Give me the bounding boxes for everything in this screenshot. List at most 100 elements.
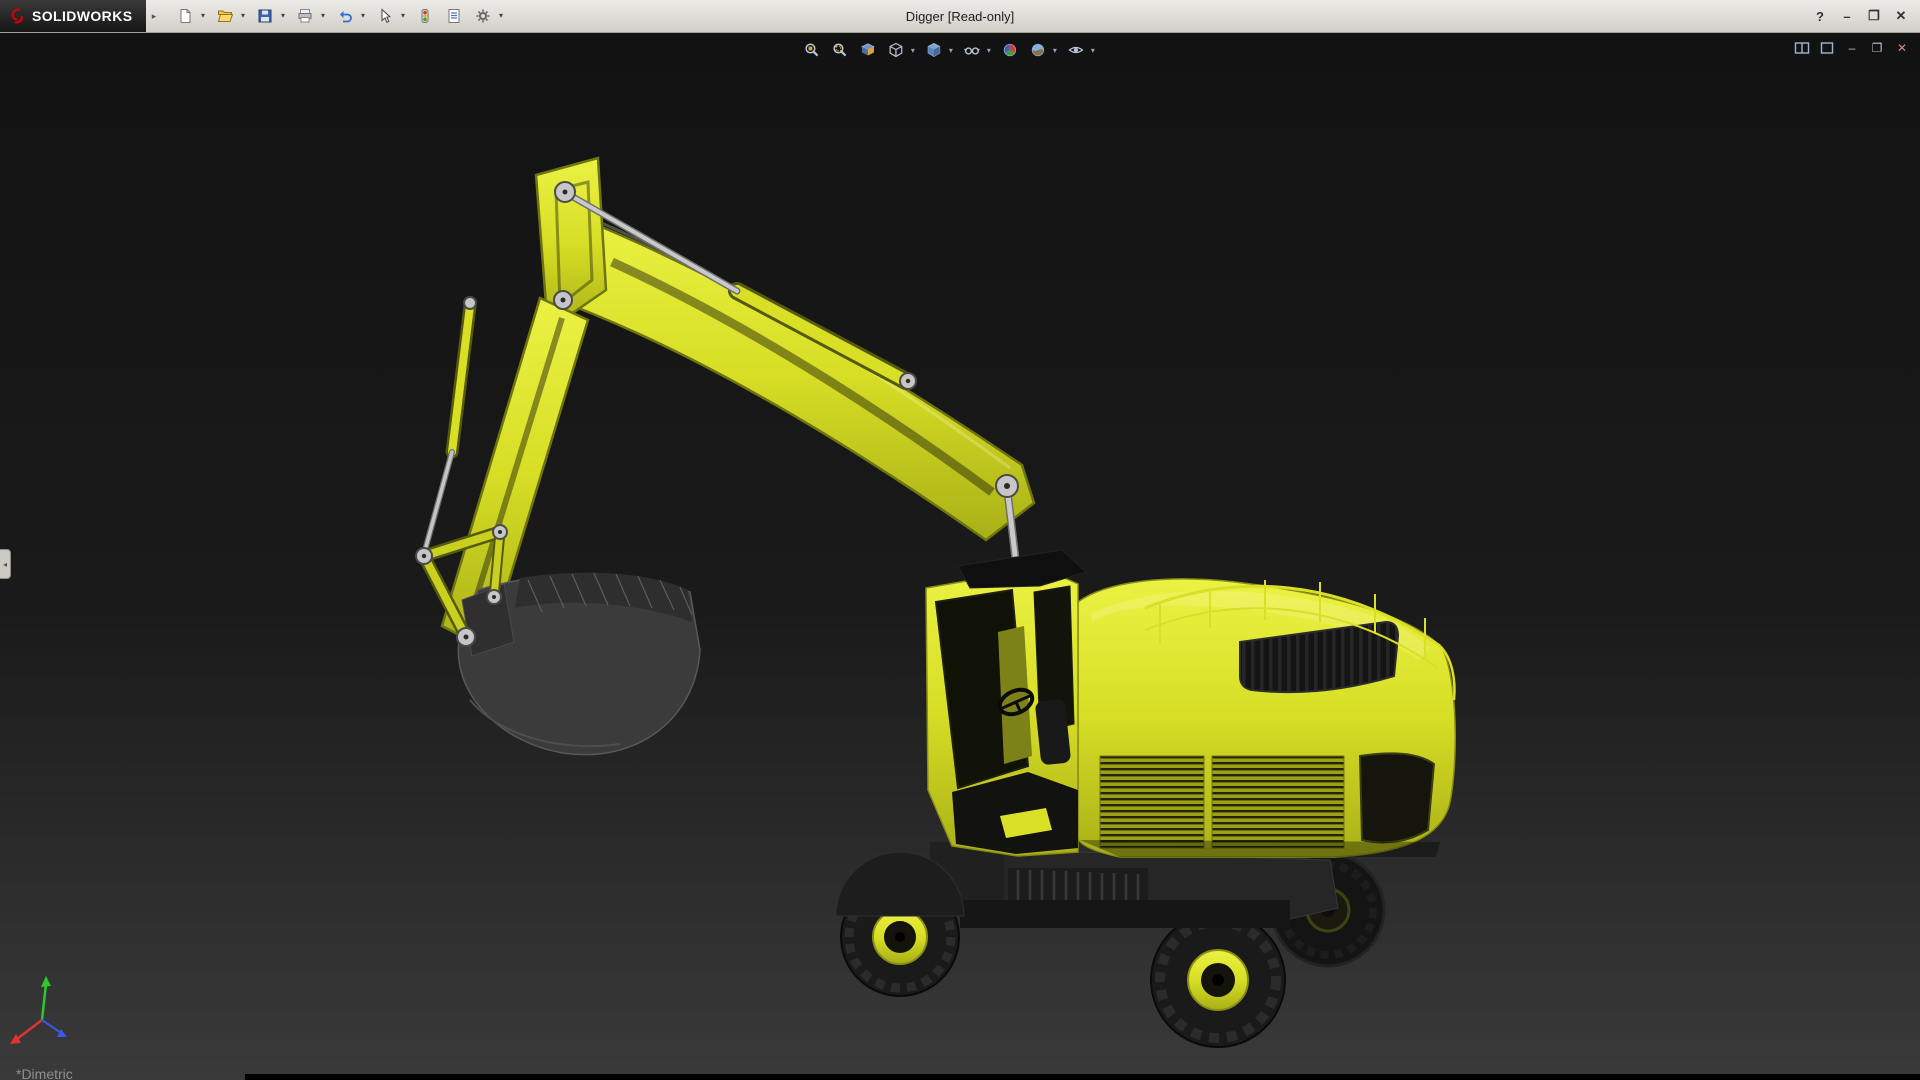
model-scene[interactable] [0, 33, 1920, 1080]
rear-side-window[interactable] [1358, 752, 1436, 844]
zoom-to-fit-button[interactable] [800, 38, 824, 62]
save-dropdown[interactable]: ▾ [277, 3, 288, 29]
hide-show-items-dropdown[interactable]: ▾ [984, 38, 994, 62]
save-button[interactable] [253, 3, 277, 29]
zoom-to-fit-icon [805, 43, 819, 57]
section-view-button[interactable] [856, 38, 880, 62]
menu-flyout-arrow[interactable]: ▸ [146, 5, 161, 27]
close-button[interactable]: ✕ [1890, 5, 1912, 27]
view-settings-eye-icon [1068, 46, 1084, 54]
solidworks-window: SOLIDWORKS ▸ ▾ ▾ ▾ ▾ ▾ ▾ ▾ Digger [Read-… [0, 0, 1920, 1080]
undo-icon [340, 11, 353, 23]
options-button[interactable] [471, 3, 495, 29]
open-dropdown[interactable]: ▾ [237, 3, 248, 29]
toolbar-group-select: ▾ [373, 3, 408, 29]
display-style-dropdown[interactable]: ▾ [946, 38, 956, 62]
toolbar-group-undo: ▾ [333, 3, 368, 29]
headsup-group-scene: ▾ [1026, 38, 1060, 62]
new-document-dropdown[interactable]: ▾ [197, 3, 208, 29]
restore-button[interactable]: ❐ [1863, 5, 1885, 27]
headsup-group-zoom-area [828, 38, 852, 62]
toolbar-group-save: ▾ [253, 3, 288, 29]
view-orientation-cube-icon [889, 42, 903, 58]
undo-button[interactable] [333, 3, 357, 29]
titlebar: SOLIDWORKS ▸ ▾ ▾ ▾ ▾ ▾ ▾ ▾ Digger [Read-… [0, 0, 1920, 33]
new-document-button[interactable] [173, 3, 197, 29]
view-settings-dropdown[interactable]: ▾ [1088, 38, 1098, 62]
side-grille-left[interactable] [1099, 755, 1205, 849]
window-controls: ? – ❐ ✕ [1809, 5, 1920, 27]
hide-show-glasses-icon [964, 47, 980, 55]
minimize-button[interactable]: – [1836, 5, 1858, 27]
solidworks-logo: SOLIDWORKS [0, 0, 147, 32]
zoom-to-area-icon [833, 43, 847, 57]
edit-appearance-button[interactable] [998, 38, 1022, 62]
print-dropdown[interactable]: ▾ [317, 3, 328, 29]
file-properties-button[interactable] [442, 3, 466, 29]
view-settings-button[interactable] [1064, 38, 1088, 62]
view-orientation-dropdown[interactable]: ▾ [908, 38, 918, 62]
help-button[interactable]: ? [1809, 5, 1831, 27]
print-button[interactable] [293, 3, 317, 29]
headsup-toolbar: ▾ ▾ ▾ ▾ ▾ [800, 38, 1102, 62]
split-pane-vertical-button[interactable] [1817, 38, 1837, 58]
new-document-icon [180, 9, 191, 23]
split-pane-horizontal-icon [1794, 42, 1810, 54]
split-pane-vertical-icon [1820, 42, 1834, 54]
display-style-icon [927, 43, 941, 57]
select-button[interactable] [373, 3, 397, 29]
toolbar-group-file-properties [442, 3, 466, 29]
toolbar-group-new: ▾ [173, 3, 208, 29]
toolbar-group-open: ▾ [213, 3, 248, 29]
headsup-group-view-settings: ▾ [1064, 38, 1098, 62]
open-icon [218, 10, 234, 22]
select-dropdown[interactable]: ▾ [397, 3, 408, 29]
apply-scene-sphere-icon [1031, 43, 1045, 57]
hide-show-items-button[interactable] [960, 38, 984, 62]
file-properties-icon [448, 9, 460, 23]
excavator-body[interactable] [1077, 578, 1456, 858]
undo-dropdown[interactable]: ▾ [357, 3, 368, 29]
display-style-button[interactable] [922, 38, 946, 62]
solidworks-logo-icon [11, 8, 24, 24]
main-toolbar: ▾ ▾ ▾ ▾ ▾ ▾ ▾ [173, 3, 511, 29]
edit-appearance-sphere-icon [1003, 43, 1017, 57]
toolbar-group-print: ▾ [293, 3, 328, 29]
panel-collapse-tab[interactable]: ◂ [0, 549, 11, 579]
options-dropdown[interactable]: ▾ [495, 3, 506, 29]
print-icon [298, 9, 312, 23]
headsup-group-appearance [998, 38, 1022, 62]
headsup-group-zoom-fit [800, 38, 824, 62]
document-window-controls: – ❐ ✕ [1792, 38, 1912, 58]
save-icon [258, 9, 272, 23]
graphics-viewport[interactable]: ▾ ▾ ▾ ▾ ▾ – ❐ ✕ ◂ *Dimetric [0, 33, 1920, 1080]
collapse-arrow-icon: ◂ [2, 559, 7, 569]
apply-scene-button[interactable] [1026, 38, 1050, 62]
select-cursor-icon [381, 8, 392, 23]
rebuild-traffic-light-icon [421, 9, 429, 23]
headsup-group-section [856, 38, 880, 62]
document-title: Digger [Read-only] [905, 8, 1015, 24]
options-gear-icon [476, 9, 490, 23]
side-grille-right[interactable] [1211, 755, 1345, 849]
headsup-group-display-style: ▾ [922, 38, 956, 62]
excavator-cab[interactable] [925, 549, 1087, 857]
split-pane-horizontal-button[interactable] [1792, 38, 1812, 58]
open-button[interactable] [213, 3, 237, 29]
close-document-button[interactable]: ✕ [1892, 38, 1912, 58]
restore-document-button[interactable]: ❐ [1867, 38, 1887, 58]
view-orientation-label: *Dimetric [16, 1066, 73, 1080]
view-orientation-button[interactable] [884, 38, 908, 62]
section-view-icon [861, 43, 875, 56]
apply-scene-dropdown[interactable]: ▾ [1050, 38, 1060, 62]
brand-name: SOLIDWORKS [32, 8, 133, 24]
toolbar-group-rebuild [413, 3, 437, 29]
bottom-strip [245, 1074, 1920, 1080]
headsup-group-orientation: ▾ [884, 38, 918, 62]
toolbar-group-options: ▾ [471, 3, 506, 29]
rebuild-button[interactable] [413, 3, 437, 29]
headsup-group-hide-show: ▾ [960, 38, 994, 62]
minimize-document-button[interactable]: – [1842, 38, 1862, 58]
wheel-front-right[interactable] [1150, 912, 1286, 1048]
zoom-to-area-button[interactable] [828, 38, 852, 62]
